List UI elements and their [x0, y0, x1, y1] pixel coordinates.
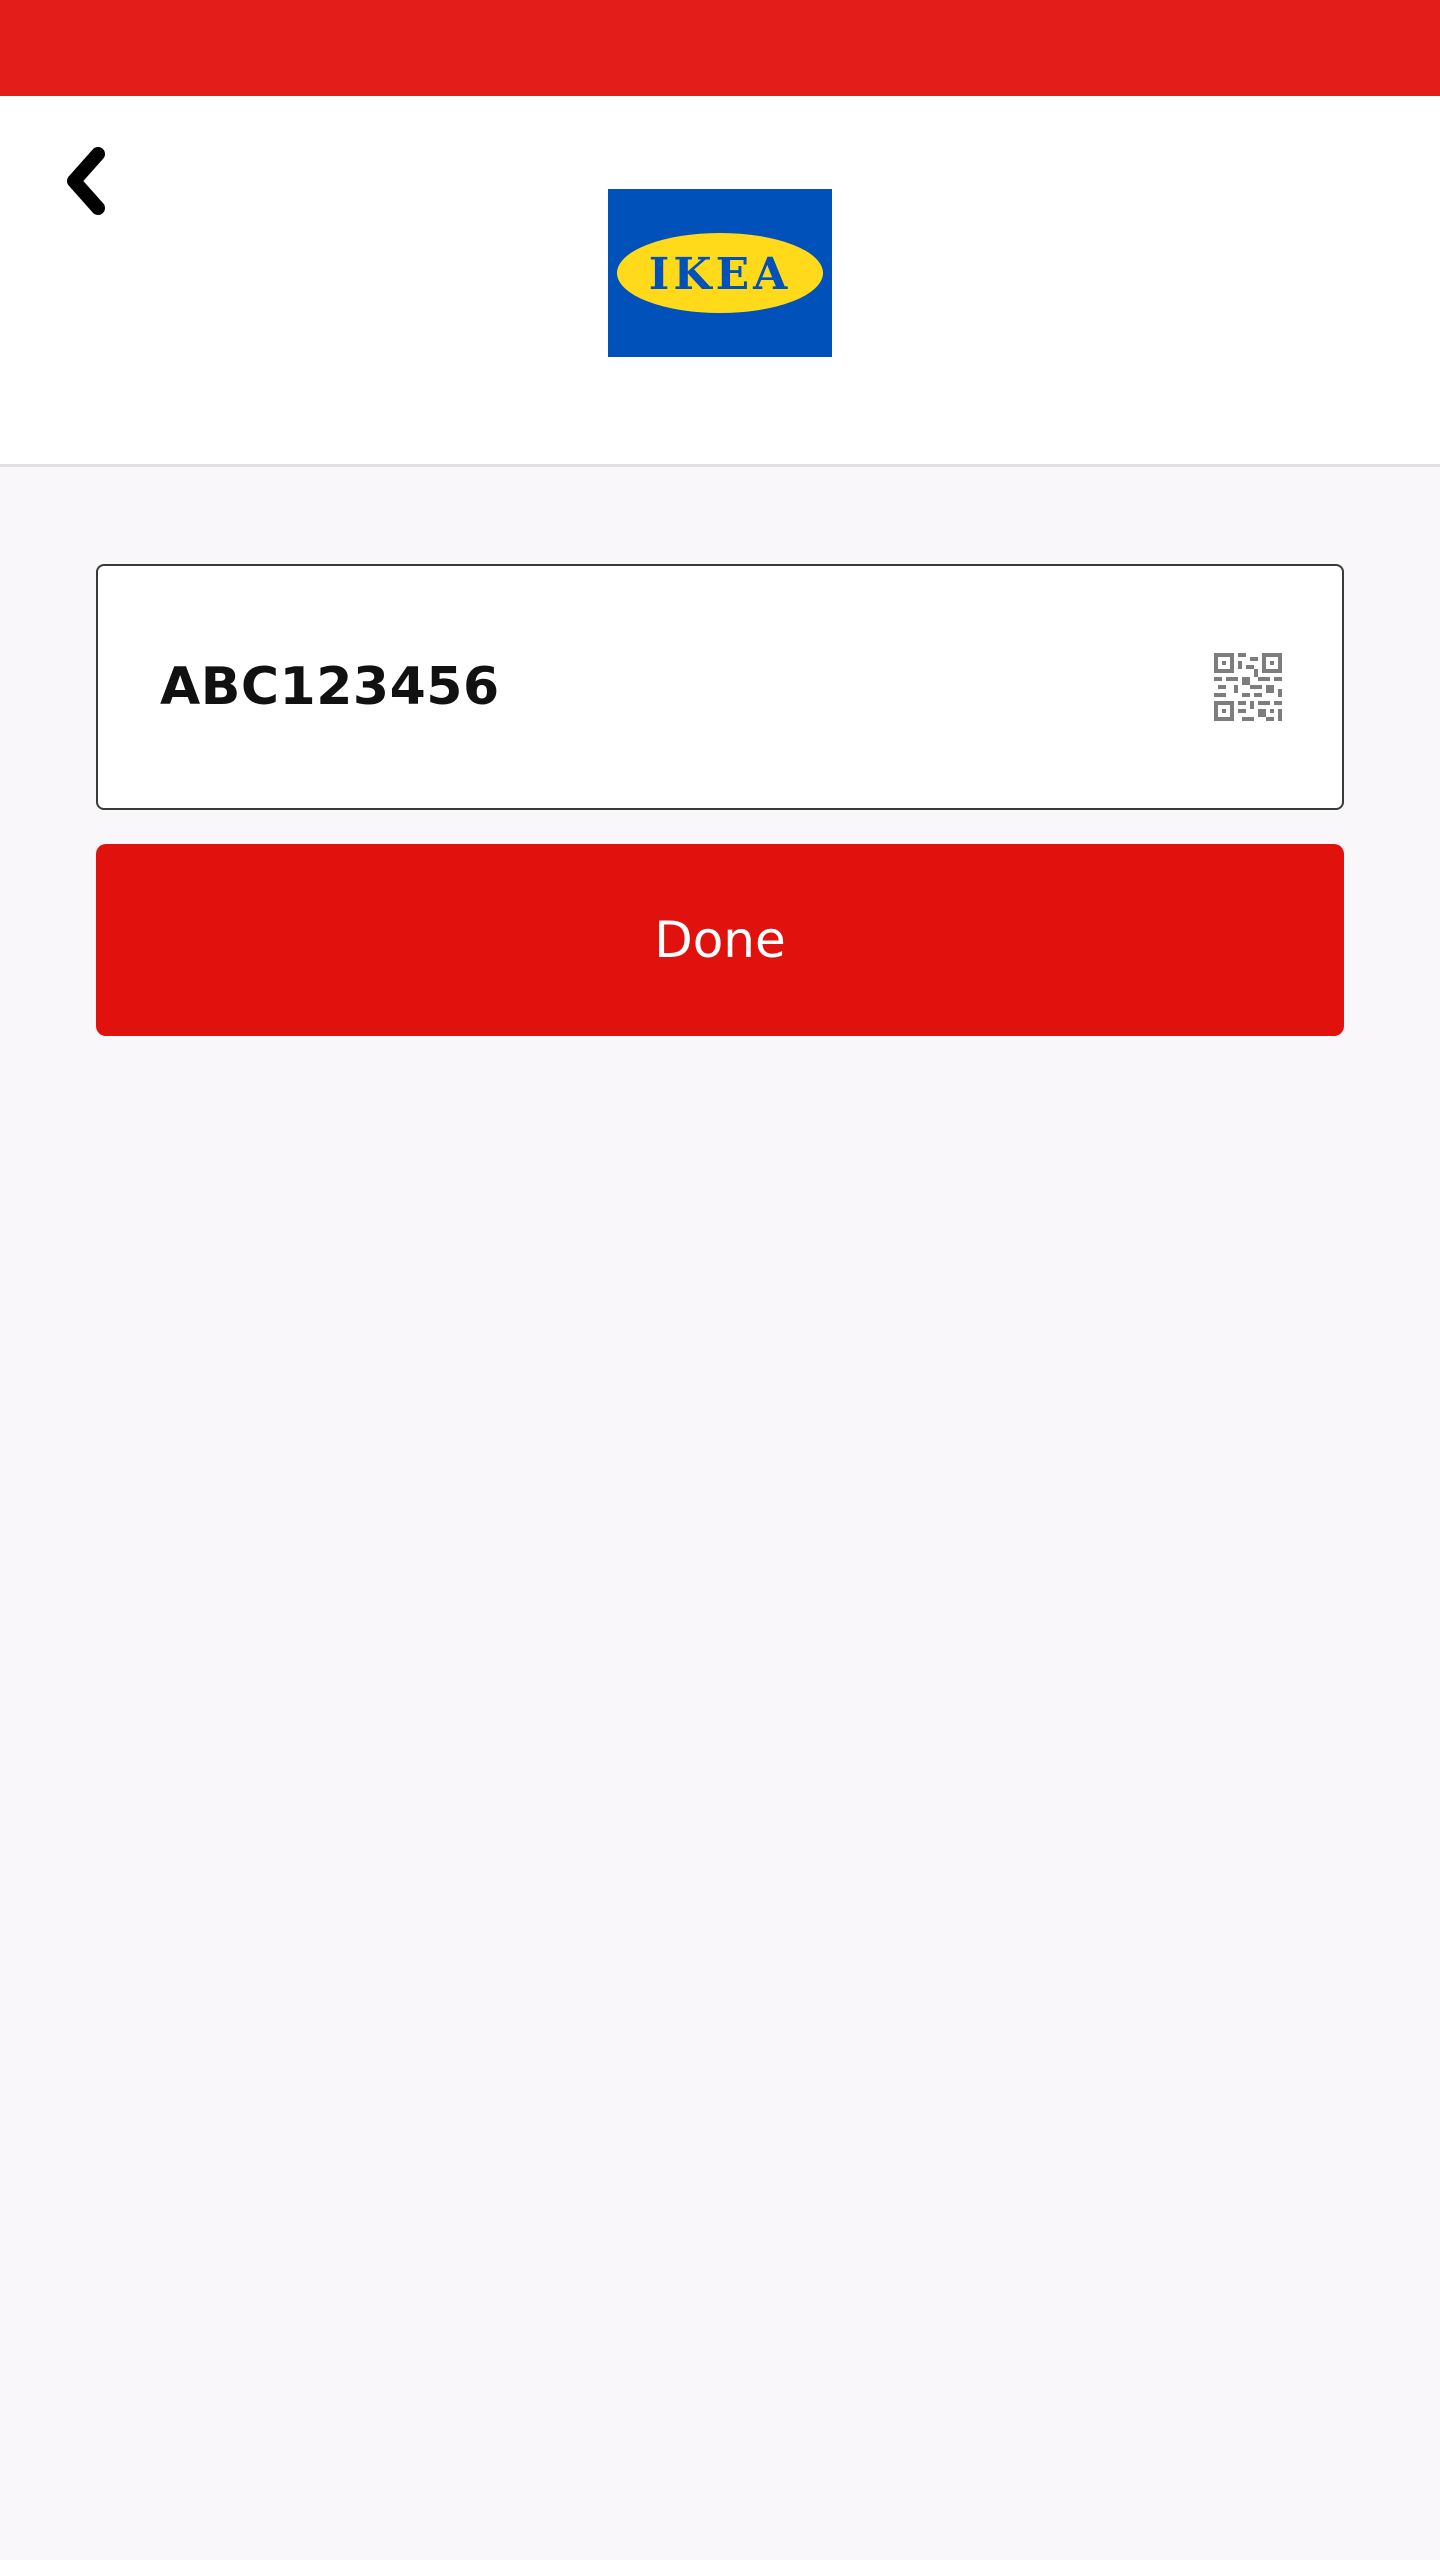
- chevron-left-icon: [67, 147, 105, 215]
- logo-text: IKEA: [649, 249, 792, 300]
- ikea-logo: IKEA: [608, 189, 832, 357]
- scan-qr-button[interactable]: [1214, 653, 1282, 721]
- code-input-value: ABC123456: [160, 657, 500, 717]
- code-entry-form: ABC123456 Done: [96, 564, 1344, 1036]
- done-button[interactable]: Done: [96, 844, 1344, 1036]
- back-button[interactable]: [40, 136, 130, 226]
- qr-code-icon: [1214, 653, 1282, 721]
- status-bar: [0, 0, 1440, 96]
- code-input-field[interactable]: ABC123456: [96, 564, 1344, 810]
- app-header: IKEA: [0, 96, 1440, 467]
